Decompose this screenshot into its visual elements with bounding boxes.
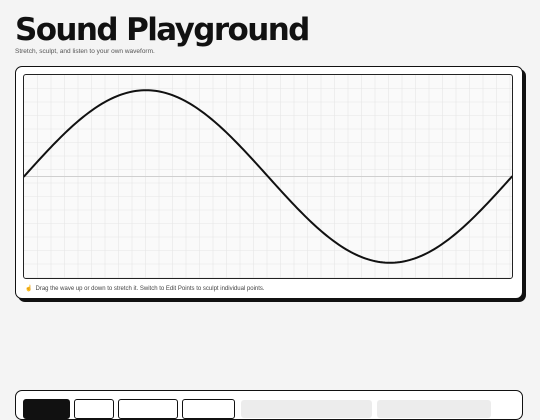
toolbar-slider-track-2[interactable] bbox=[377, 400, 491, 418]
wave-canvas[interactable] bbox=[23, 74, 513, 279]
toolbar-button-2[interactable] bbox=[74, 399, 114, 419]
toolbar bbox=[15, 390, 523, 420]
canvas-hint-text: Drag the wave up or down to stretch it. … bbox=[35, 285, 265, 292]
toolbar-slider-track-1[interactable] bbox=[241, 400, 372, 418]
pointer-icon: ☝ bbox=[25, 286, 33, 292]
app-title: Sound Playground bbox=[15, 12, 310, 48]
wave-svg[interactable] bbox=[24, 75, 512, 278]
toolbar-button-1[interactable] bbox=[23, 399, 70, 419]
toolbar-button-4[interactable] bbox=[182, 399, 235, 419]
canvas-hint: ☝ Drag the wave up or down to stretch it… bbox=[25, 285, 265, 293]
app-subtitle: Stretch, sculpt, and listen to your own … bbox=[15, 48, 155, 55]
wave-card: ☝ Drag the wave up or down to stretch it… bbox=[15, 66, 523, 299]
toolbar-button-3[interactable] bbox=[118, 399, 178, 419]
